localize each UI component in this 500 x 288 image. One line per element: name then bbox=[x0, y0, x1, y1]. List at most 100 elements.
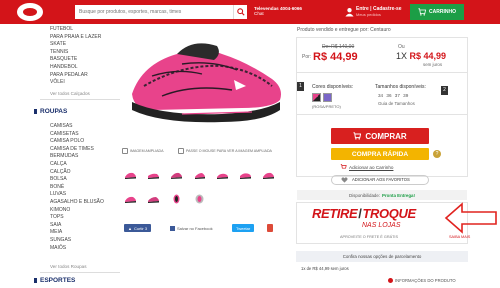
color-name: (ROSA/PRETO) bbox=[312, 104, 341, 109]
sidebar-item[interactable]: Maiôs bbox=[50, 245, 66, 251]
zoom-image-button[interactable]: IMAGEM AMPLIADA bbox=[122, 148, 164, 154]
product-thumbnail[interactable] bbox=[216, 170, 229, 180]
sidebar-item[interactable]: Calça bbox=[50, 161, 67, 167]
availability-value: Pronta Entrega! bbox=[382, 192, 415, 198]
color-swatch-selected[interactable] bbox=[312, 93, 321, 102]
save-fb-label: Salvar no Facebook bbox=[177, 225, 213, 231]
product-thumbnail[interactable] bbox=[239, 170, 252, 180]
sidebar-item[interactable]: Para Praia e Lazer bbox=[50, 34, 101, 40]
old-price: De: R$ 140,00 bbox=[322, 44, 355, 50]
sidebar-item[interactable]: Meia bbox=[50, 229, 62, 235]
search-input[interactable] bbox=[75, 5, 233, 19]
product-thumbnail[interactable] bbox=[124, 170, 137, 180]
search-button[interactable] bbox=[233, 5, 247, 19]
facebook-like-button[interactable]: ▲ Curtir 3 bbox=[124, 224, 152, 232]
sidebar-item[interactable]: Bolsa bbox=[50, 176, 67, 182]
retire-label: RETIRE bbox=[312, 206, 358, 221]
sidebar-item[interactable]: Skate bbox=[50, 41, 66, 47]
retire-troque-title: RETIRE/TROQUE bbox=[312, 206, 416, 221]
sidebar-item[interactable]: Luvas bbox=[50, 191, 66, 197]
red-arrow-annotation bbox=[444, 202, 497, 234]
parcelamento-row: 1x de R$ 44,99 sem juros bbox=[301, 266, 349, 271]
product-info-link[interactable]: INFORMAÇÕES DO PRODUTO bbox=[388, 278, 456, 283]
centauro-logo[interactable] bbox=[17, 3, 43, 21]
account-area[interactable]: Entre | Cadastre-se Meus pedidos bbox=[356, 6, 402, 18]
see-all-calcados-link[interactable]: Ver todos Calçados bbox=[50, 91, 90, 96]
search-icon bbox=[236, 8, 245, 16]
sidebar-item[interactable]: Basquete bbox=[50, 56, 77, 62]
product-thumbnail[interactable] bbox=[147, 170, 160, 180]
product-thumbnail[interactable] bbox=[193, 194, 206, 204]
see-all-roupas-link[interactable]: Ver todos Roupas bbox=[50, 264, 87, 269]
hover-zoom-hint: PASSE O MOUSE PARA VER A IMAGEM AMPLIADA bbox=[178, 148, 272, 154]
sidebar-divider bbox=[40, 272, 120, 273]
tweet-button[interactable]: Tweetar bbox=[232, 224, 255, 232]
next-size-arrow[interactable]: 2 bbox=[441, 86, 448, 95]
sidebar-item[interactable]: Kimono bbox=[50, 207, 70, 213]
sidebar-item[interactable]: Sungas bbox=[50, 237, 71, 243]
cart-label: CARRINHO bbox=[429, 9, 456, 15]
tamanhos-label: Tamanhos disponíveis: bbox=[375, 84, 426, 90]
buy-box-divider bbox=[297, 114, 467, 115]
prev-color-arrow[interactable]: 1 bbox=[297, 82, 304, 91]
top-header: Televendas 4004-6066 Chat Entre | Cadast… bbox=[0, 0, 500, 24]
zoom-icon bbox=[122, 148, 128, 154]
zoom-right-label: PASSE O MOUSE PARA VER A IMAGEM AMPLIADA bbox=[186, 149, 272, 153]
sidebar-item[interactable]: Boné bbox=[50, 184, 64, 190]
help-icon[interactable]: ? bbox=[433, 150, 441, 158]
por-label: Por: bbox=[302, 54, 312, 60]
product-thumbnail[interactable] bbox=[170, 170, 183, 180]
sidebar-title-roupas[interactable]: Roupas bbox=[33, 108, 67, 115]
sidebar-item[interactable]: Agasalho e Blusão bbox=[50, 199, 104, 205]
sidebar-item[interactable]: Futebol bbox=[50, 26, 73, 32]
comprar-label: COMPRAR bbox=[365, 131, 407, 141]
product-main-image[interactable] bbox=[122, 24, 290, 140]
sidebar-item[interactable]: Camisa Polo bbox=[50, 138, 84, 144]
tweet-label: Tweetar bbox=[236, 225, 251, 231]
chat-link[interactable]: Chat bbox=[254, 11, 302, 16]
sidebar-item[interactable]: Calção bbox=[50, 169, 71, 175]
sidebar-item[interactable]: Camisa de Times bbox=[50, 146, 94, 152]
add-favorites-label: ADICIONAR AOS FAVORITOS bbox=[352, 177, 410, 182]
compra-rapida-button[interactable]: COMPRA RÁPIDA bbox=[331, 148, 429, 160]
sidebar-item[interactable]: Saia bbox=[50, 222, 61, 228]
parcelamento-header[interactable]: Confira nossas opções de parcelamento bbox=[296, 251, 468, 262]
product-thumbnail[interactable] bbox=[147, 194, 160, 204]
sidebar-item[interactable]: Para Pedalar bbox=[50, 72, 88, 78]
ou-label: Ou bbox=[398, 44, 405, 50]
tweet-area: Tweetar bbox=[232, 224, 255, 232]
sidebar-title-esportes[interactable]: Esportes bbox=[33, 277, 75, 284]
sidebar-item[interactable]: Handebol bbox=[50, 64, 78, 70]
installments: 1X R$ 44,99 bbox=[396, 51, 446, 61]
sold-by-text: Produto vendido e entregue por: Centauro bbox=[297, 27, 391, 33]
product-thumbnail[interactable] bbox=[262, 170, 275, 180]
sidebar-item[interactable]: Tennis bbox=[50, 49, 68, 55]
sidebar-item[interactable]: Tops bbox=[50, 214, 64, 220]
product-thumbnail[interactable] bbox=[170, 194, 183, 204]
fb-like-label: Curtir 3 bbox=[133, 225, 148, 231]
product-thumbnail[interactable] bbox=[124, 194, 137, 204]
size-options[interactable]: 34 36 37 39 bbox=[378, 93, 408, 98]
social-bar: ▲ Curtir 3 bbox=[124, 224, 152, 232]
color-swatch[interactable] bbox=[323, 93, 332, 102]
google-plus-button[interactable] bbox=[267, 224, 273, 232]
sidebar-item[interactable]: Bermudas bbox=[50, 153, 78, 159]
sidebar-item[interactable]: Camisetas bbox=[50, 131, 79, 137]
zoom-left-label: IMAGEM AMPLIADA bbox=[130, 149, 164, 153]
comprar-button[interactable]: COMPRAR bbox=[331, 128, 429, 144]
my-orders-link[interactable]: Meus pedidos bbox=[356, 12, 402, 18]
cart-icon bbox=[353, 132, 362, 140]
size-guide-link[interactable]: Guia de Tamanhos bbox=[378, 101, 415, 106]
product-info-label: INFORMAÇÕES DO PRODUTO bbox=[395, 278, 456, 283]
sidebar-divider bbox=[40, 99, 120, 100]
sidebar-item[interactable]: Vôlei bbox=[50, 79, 65, 85]
installments-qty: 1X bbox=[396, 51, 408, 61]
sidebar-item[interactable]: Camisas bbox=[50, 123, 73, 129]
availability-label: Disponibilidade: bbox=[349, 192, 381, 198]
cart-button[interactable]: CARRINHO bbox=[410, 4, 464, 20]
cores-label: Cores disponíveis: bbox=[312, 84, 354, 90]
televendas-info[interactable]: Televendas 4004-6066 Chat bbox=[254, 6, 302, 16]
add-to-cart-link[interactable]: Adicionar ao Carrinho bbox=[349, 165, 393, 170]
save-facebook[interactable]: Salvar no Facebook bbox=[170, 224, 213, 232]
product-thumbnail[interactable] bbox=[193, 170, 206, 180]
